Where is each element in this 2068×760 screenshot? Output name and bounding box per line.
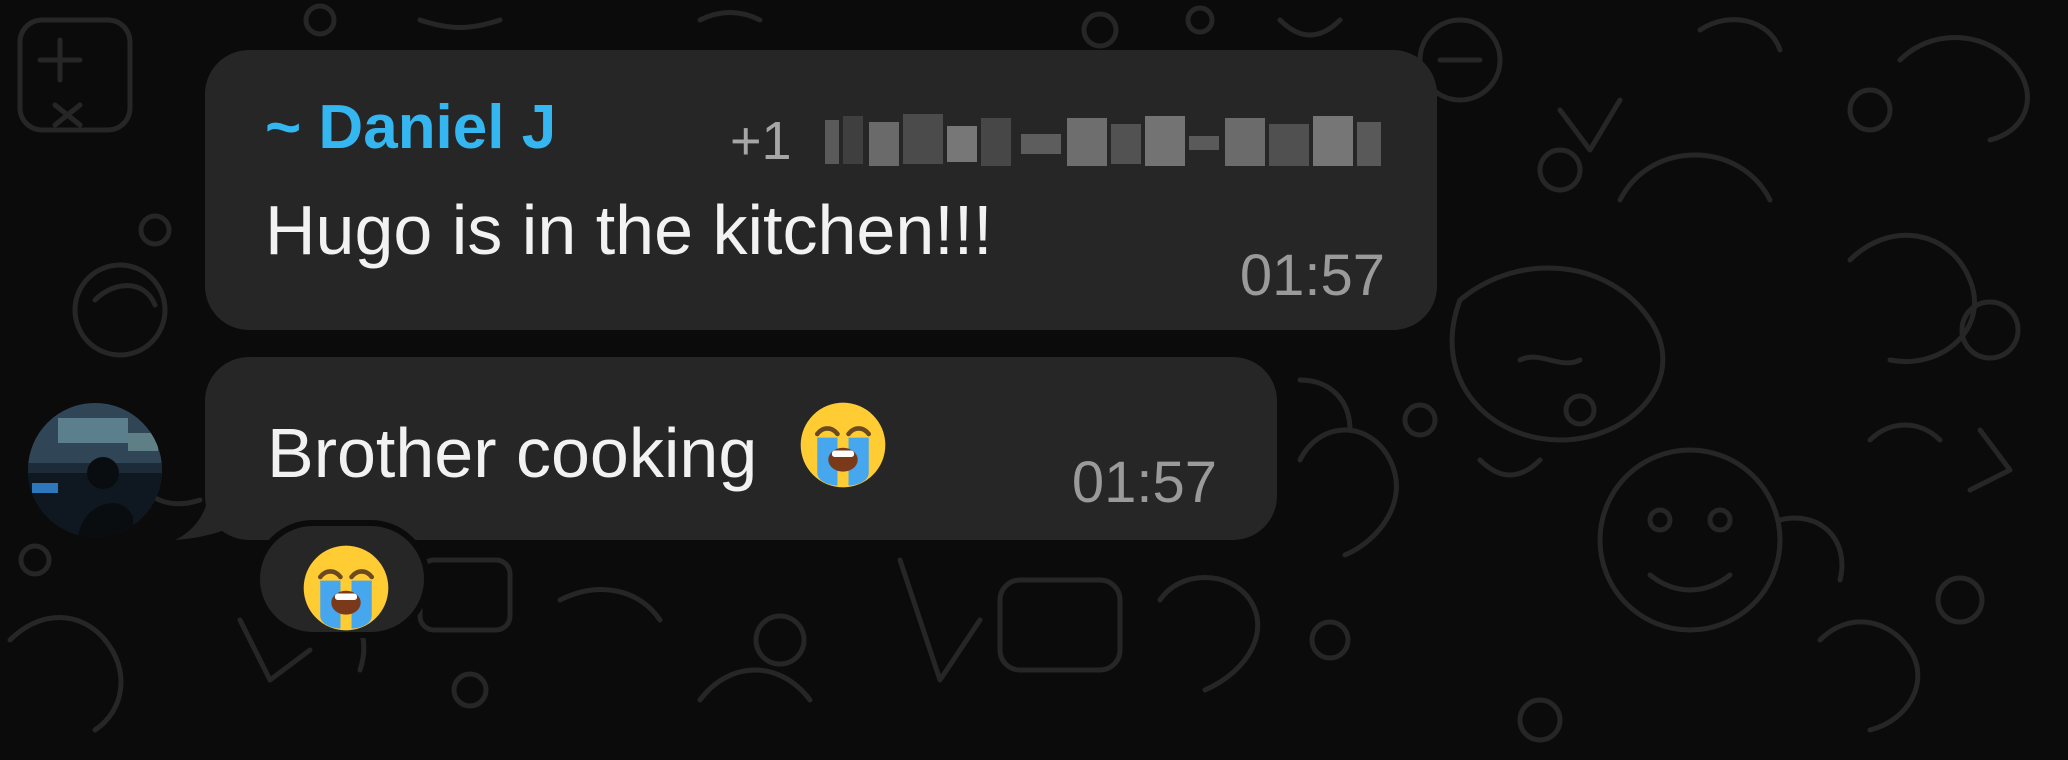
loudly-crying-face-icon <box>800 402 886 488</box>
message-text: Hugo is in the kitchen!!! <box>265 191 993 269</box>
message-timestamp: 01:57 <box>1239 243 1385 308</box>
message-text-row: Brother cooking <box>267 399 889 493</box>
message-bubble-incoming[interactable]: ~ Daniel J +1 Hugo is in the kitchen!!! … <box>205 50 1437 330</box>
redacted-phone-number <box>825 114 1381 166</box>
message-bubble-incoming[interactable]: Brother cooking 01:57 <box>205 357 1277 540</box>
profile-photo-icon <box>28 403 162 537</box>
message-text: Brother cooking <box>267 414 758 492</box>
reaction-badge[interactable] <box>254 520 430 638</box>
sender-phone-prefix: +1 <box>730 111 792 171</box>
loudly-crying-face-icon <box>303 545 389 631</box>
avatar[interactable] <box>28 403 162 537</box>
message-timestamp: 01:57 <box>1071 450 1217 515</box>
sender-name[interactable]: ~ Daniel J <box>265 92 556 163</box>
